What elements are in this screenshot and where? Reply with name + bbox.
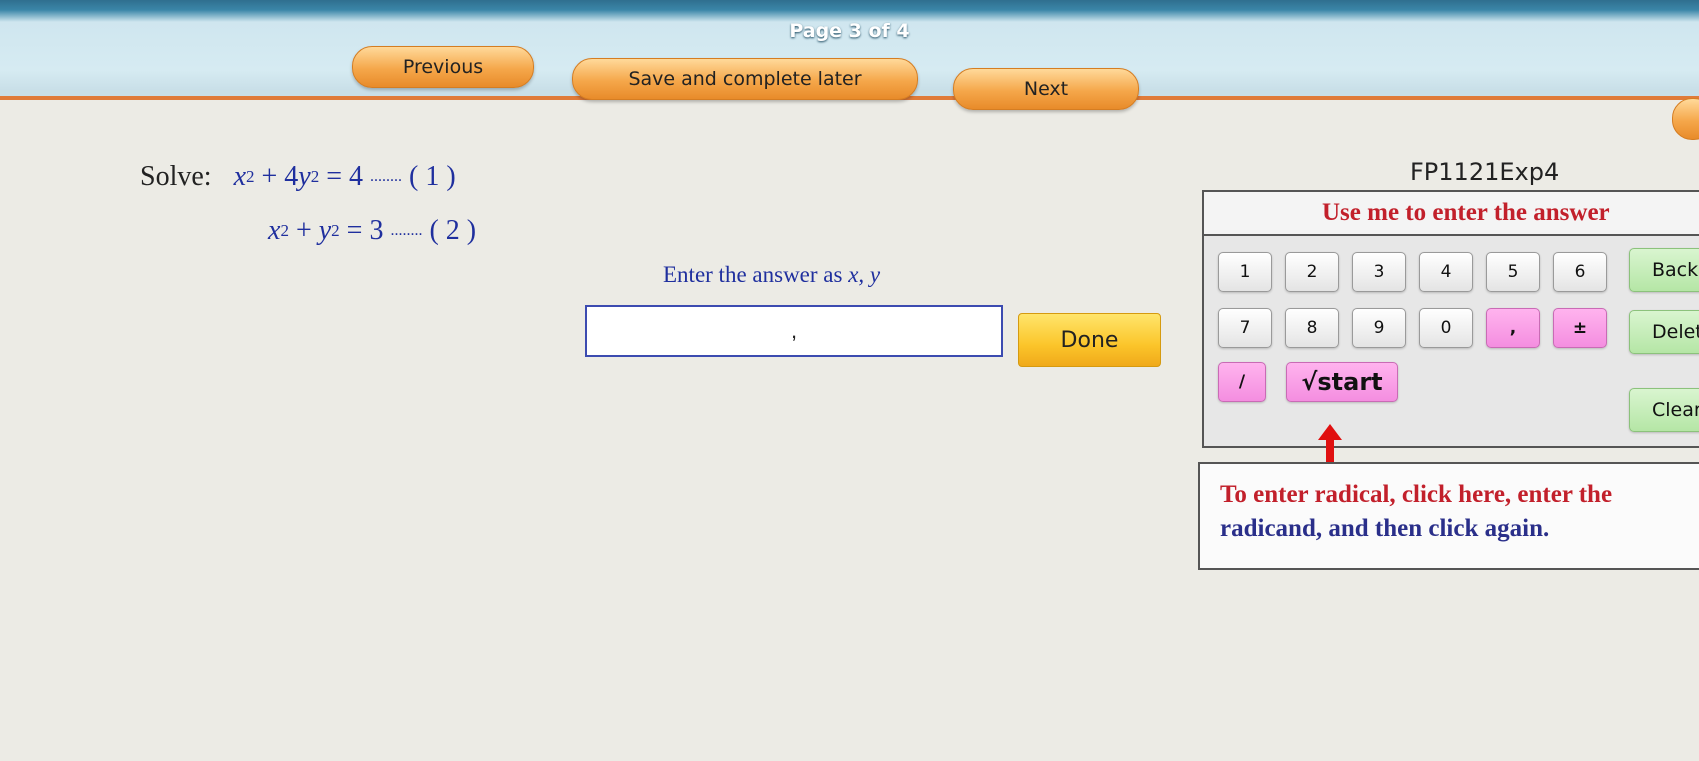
answer-input-value: , [790,318,798,343]
key-slash[interactable]: / [1218,362,1266,402]
problem-code: FP1121Exp4 [1410,158,1560,186]
key-comma[interactable]: , [1486,308,1540,348]
problem-statement: Solve: x2 + 4 y2 = 4 ........ ( 1 ) x2 +… [140,150,476,258]
eq2-dots: ........ [390,222,423,239]
eq2-exp-x: 2 [280,221,289,240]
eq1-coef: 4 [284,161,299,192]
hint-line-2: radicand, and then click again. [1220,515,1550,542]
answer-input[interactable]: , [585,305,1003,357]
key-9[interactable]: 9 [1352,308,1406,348]
back-button[interactable]: Back [1629,248,1699,292]
eq1-exp-x: 2 [246,167,255,186]
eq2-var-y: y [318,215,332,246]
eq2-op: + [288,215,319,246]
partial-nav-button[interactable] [1672,98,1699,140]
equation-1: Solve: x2 + 4 y2 = 4 ........ ( 1 ) [140,150,476,204]
save-and-complete-later-button[interactable]: Save and complete later [572,58,918,100]
key-6[interactable]: 6 [1553,252,1607,292]
answer-prompt-text: Enter the answer as [663,262,849,287]
eq2-var-x: x [268,215,281,246]
page-indicator: Page 3 of 4 [789,20,910,42]
radical-hint-box: To enter radical, click here, enter the … [1198,462,1699,570]
key-0[interactable]: 0 [1419,308,1473,348]
key-5[interactable]: 5 [1486,252,1540,292]
eq2-tag: ( 2 ) [422,215,477,246]
eq1-tag: ( 1 ) [402,161,456,192]
key-1[interactable]: 1 [1218,252,1272,292]
sqrt-start-button[interactable]: √start [1286,362,1398,402]
done-button[interactable]: Done [1018,313,1161,367]
eq1-dots: ........ [370,168,403,185]
eq1-exp-y: 2 [310,167,320,186]
key-3[interactable]: 3 [1352,252,1406,292]
previous-button[interactable]: Previous [352,46,534,88]
key-plus-minus[interactable]: ± [1553,308,1607,348]
key-7[interactable]: 7 [1218,308,1272,348]
eq1-var-x: x [233,161,246,192]
key-8[interactable]: 8 [1285,308,1339,348]
answer-prompt: Enter the answer as x, y [663,262,880,288]
eq2-exp-y: 2 [331,221,340,240]
eq2-rhs: = 3 [339,215,391,246]
eq1-var-y: y [298,161,311,192]
hint-line-1: To enter radical, click here, enter the [1220,481,1613,508]
answer-keypad: Use me to enter the answer 1 2 3 4 5 6 7… [1202,190,1699,448]
eq1-op: + [254,161,285,192]
clear-button[interactable]: Clear [1629,388,1699,432]
key-4[interactable]: 4 [1419,252,1473,292]
answer-prompt-vars: x, y [848,262,881,287]
solve-label: Solve: [140,161,212,192]
equation-2: x2 + y2 = 3 ........ ( 2 ) [268,204,476,258]
key-2[interactable]: 2 [1285,252,1339,292]
eq1-rhs: = 4 [319,161,371,192]
delete-button[interactable]: Delete [1629,310,1699,354]
keypad-title: Use me to enter the answer [1204,192,1699,236]
next-button[interactable]: Next [953,68,1139,110]
